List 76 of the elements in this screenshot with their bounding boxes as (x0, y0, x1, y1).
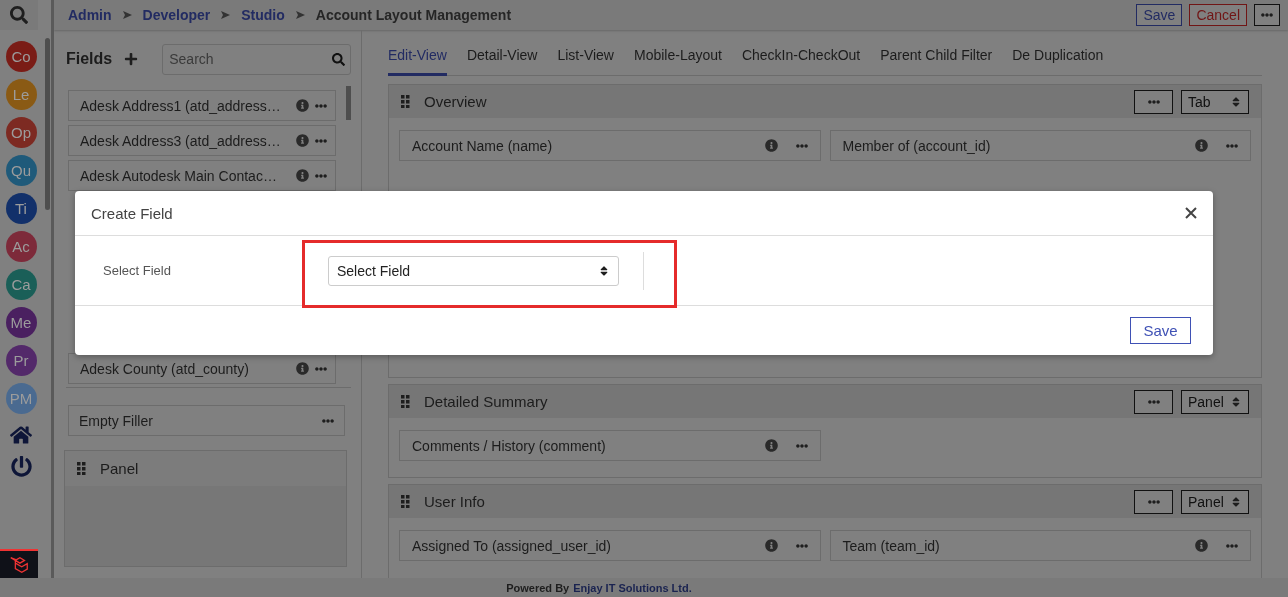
info-icon[interactable] (1195, 139, 1208, 152)
sort-icon (1230, 495, 1242, 508)
search-icon[interactable] (10, 6, 28, 24)
more-button[interactable] (1134, 489, 1173, 514)
field-card[interactable]: Member of (account_id) (829, 130, 1251, 161)
home-icon[interactable] (10, 424, 32, 446)
filler-item[interactable]: Empty Filler (68, 405, 345, 436)
more-button[interactable] (1134, 89, 1173, 114)
field-item[interactable]: Adesk Address1 (atd_address… (68, 90, 336, 121)
panel-title: Fields (66, 50, 113, 68)
view-tab[interactable]: Edit-View (388, 44, 447, 76)
view-tab[interactable]: Detail-View (466, 44, 538, 76)
add-icon[interactable] (124, 52, 139, 66)
search-icon[interactable] (332, 52, 345, 66)
panel-label: Panel (100, 460, 139, 477)
sort-icon (1230, 95, 1242, 108)
info-icon[interactable] (1195, 539, 1208, 552)
info-icon[interactable] (764, 539, 778, 552)
drag-handle-icon[interactable] (77, 462, 86, 475)
field-item[interactable]: Adesk Autodesk Main Contac… (68, 160, 336, 191)
save-button[interactable]: Save (1130, 317, 1191, 344)
view-tab[interactable]: De Duplication (1012, 44, 1104, 76)
footer-text: Powered By (506, 581, 570, 594)
close-button[interactable] (1185, 207, 1197, 219)
view-tab[interactable]: CheckIn-CheckOut (741, 44, 861, 76)
module-avatar[interactable]: Pr (5, 345, 37, 376)
module-avatar[interactable]: Ti (5, 193, 37, 224)
info-icon[interactable] (764, 139, 778, 152)
company-link[interactable]: Enjay IT Solutions Ltd. (573, 581, 692, 594)
drag-handle-icon[interactable] (401, 495, 410, 508)
field-item[interactable]: Adesk Address3 (atd_address… (68, 125, 336, 156)
module-avatar[interactable]: Me (5, 307, 37, 338)
field-card[interactable]: Account Name (name) (399, 130, 821, 161)
section-title: Detailed Summary (424, 393, 549, 410)
logo-icon[interactable] (0, 549, 38, 578)
info-icon[interactable] (764, 439, 778, 452)
type-select[interactable]: Panel (1181, 389, 1249, 414)
module-avatar[interactable]: Co (5, 41, 37, 72)
chevron-icon (221, 11, 231, 19)
breadcrumb-link[interactable]: Studio (241, 7, 285, 23)
page-title: Account Layout Management (315, 7, 512, 23)
module-avatar[interactable]: Ac (5, 231, 37, 262)
chevron-icon (122, 11, 132, 19)
drag-handle-icon[interactable] (401, 395, 410, 408)
info-icon[interactable] (296, 169, 309, 182)
info-icon[interactable] (296, 99, 309, 112)
view-tab[interactable]: List-View (557, 44, 614, 76)
dialog-title: Create Field (91, 204, 173, 222)
section-title: User Info (424, 493, 486, 510)
select-field-dropdown[interactable]: Select Field (328, 255, 619, 286)
search-field[interactable]: Search (162, 43, 351, 75)
field-label: Select Field (102, 263, 172, 278)
info-icon[interactable] (296, 362, 309, 375)
save-button[interactable]: Save (1136, 4, 1183, 26)
cancel-button[interactable]: Cancel (1189, 4, 1247, 26)
drag-handle-icon[interactable] (401, 95, 410, 108)
more-button[interactable] (1134, 389, 1173, 414)
chevron-icon (295, 11, 305, 19)
module-avatar[interactable]: Op (5, 117, 37, 148)
sort-icon (1230, 395, 1242, 408)
field-card[interactable]: Assigned To (assigned_user_id) (399, 530, 821, 561)
view-tab[interactable]: Parent Child Filter (880, 44, 993, 76)
module-avatar[interactable]: Qu (5, 155, 37, 186)
type-select[interactable]: Panel (1181, 489, 1249, 514)
power-icon[interactable] (10, 456, 32, 477)
breadcrumb-link[interactable]: Developer (142, 7, 211, 23)
info-icon[interactable] (296, 134, 309, 147)
module-avatar[interactable]: Ca (5, 269, 37, 300)
field-card[interactable]: Comments / History (comment) (399, 430, 821, 461)
more-button[interactable] (1254, 4, 1280, 26)
field-card[interactable]: Team (team_id) (829, 530, 1251, 561)
sort-icon (598, 264, 610, 277)
section-title: Overview (424, 93, 488, 110)
type-select[interactable]: Tab (1181, 89, 1249, 114)
view-tab[interactable]: Mobile-Layout (634, 44, 722, 76)
breadcrumb-link[interactable]: Admin (68, 7, 112, 23)
